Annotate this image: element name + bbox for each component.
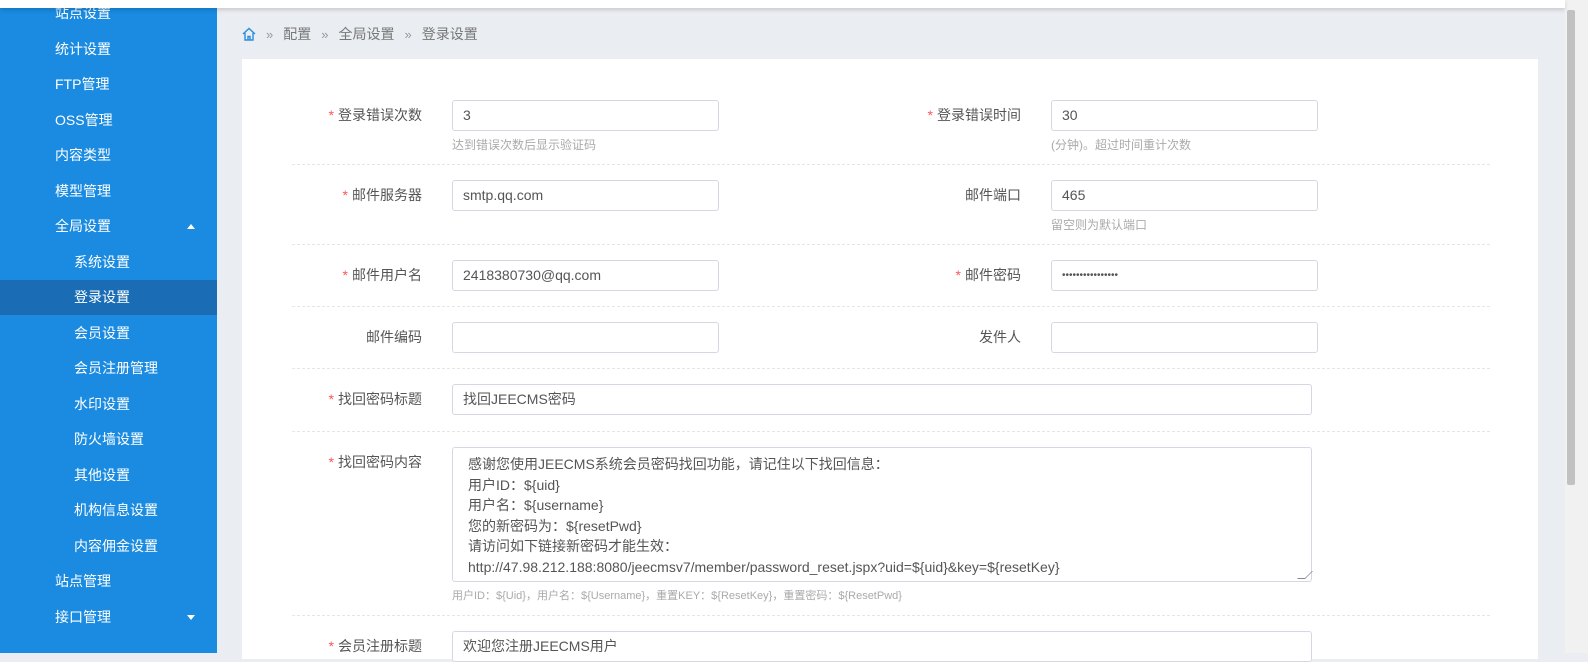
divider bbox=[292, 164, 1490, 165]
mail-port-input[interactable]: 465 bbox=[1051, 180, 1318, 211]
register-title-input[interactable]: 欢迎您注册JEECMS用户 bbox=[452, 631, 1312, 662]
home-icon[interactable] bbox=[242, 27, 256, 41]
sender-input[interactable] bbox=[1051, 322, 1318, 353]
divider bbox=[292, 368, 1490, 369]
mail-port-label: 邮件端口 bbox=[965, 187, 1021, 203]
sidebar-item-label: 全局设置 bbox=[55, 218, 111, 234]
settings-form: * 登录错误次数 3 达到错误次数后显示验证码 * 登录错误时间 30 (分钟)。超… bbox=[242, 59, 1538, 662]
login-error-count-hint: 达到错误次数后显示验证码 bbox=[452, 138, 597, 152]
sidebar-item-label: 内容类型 bbox=[55, 147, 111, 163]
sidebar-item[interactable]: 内容类型 bbox=[0, 138, 217, 173]
sidebar-item-label: 登录设置 bbox=[74, 289, 130, 305]
sidebar-item[interactable]: 接口管理 bbox=[0, 600, 217, 635]
sidebar-item-label: 防火墙设置 bbox=[74, 431, 144, 447]
login-error-time-input[interactable]: 30 bbox=[1051, 100, 1318, 131]
sidebar-item[interactable]: 站点管理 bbox=[0, 564, 217, 599]
sidebar-item-label: 水印设置 bbox=[74, 395, 130, 412]
sidebar-item-label: 会员设置 bbox=[74, 324, 130, 341]
sidebar-item-label: 会员注册管理 bbox=[74, 360, 158, 376]
sidebar-item[interactable]: 其他设置 bbox=[0, 458, 217, 493]
breadcrumb-item[interactable]: 配置 bbox=[283, 24, 311, 44]
mail-server-input[interactable]: smtp.qq.com bbox=[452, 180, 719, 211]
separator-icon: » bbox=[404, 26, 412, 42]
sidebar-item-label: OSS管理 bbox=[55, 111, 113, 128]
reset-content-text: 感谢您使用JEECMS系统会员密码找回功能，请记住以下找回信息： 用户ID：${… bbox=[468, 456, 1060, 575]
separator-icon: » bbox=[266, 26, 274, 42]
sidebar-item[interactable]: 系统设置 bbox=[0, 245, 217, 280]
mail-password-label: * 邮件密码 bbox=[955, 267, 1021, 283]
sidebar-item[interactable]: 机构信息设置 bbox=[0, 493, 217, 528]
divider bbox=[292, 431, 1490, 432]
top-bar bbox=[0, 0, 1565, 8]
breadcrumb-item: 登录设置 bbox=[421, 26, 478, 42]
mail-user-label: * 邮件用户名 bbox=[342, 267, 422, 283]
sidebar-item-label: 站点管理 bbox=[55, 573, 111, 589]
sidebar-item-label: 统计设置 bbox=[55, 40, 111, 57]
sidebar-item-label: 其他设置 bbox=[74, 466, 130, 483]
login-error-time-hint: (分钟)。超过时间重计次数 bbox=[1051, 138, 1191, 152]
reset-content-textarea[interactable]: 感谢您使用JEECMS系统会员密码找回功能，请记住以下找回信息： 用户ID：${… bbox=[452, 447, 1313, 582]
breadcrumb-item[interactable]: 全局设置 bbox=[338, 24, 394, 44]
divider bbox=[292, 306, 1490, 307]
mail-port-hint: 留空则为默认端口 bbox=[1051, 218, 1148, 232]
mail-encoding-input[interactable] bbox=[452, 322, 719, 353]
sidebar-item[interactable]: 水印设置 bbox=[0, 387, 217, 422]
mail-encoding-label: 邮件编码 bbox=[366, 329, 422, 345]
sidebar-item[interactable]: 会员注册管理 bbox=[0, 351, 217, 386]
resize-handle-icon[interactable] bbox=[1297, 571, 1313, 579]
reset-title-input[interactable]: 找回JEECMS密码 bbox=[452, 384, 1312, 415]
sidebar-item[interactable]: 全局设置 bbox=[0, 209, 217, 244]
register-title-label: * 会员注册标题 bbox=[328, 638, 422, 654]
breadcrumb: » 配置 » 全局设置 » 登录设置 bbox=[242, 24, 478, 44]
sidebar-item-label: 系统设置 bbox=[74, 253, 130, 270]
sidebar: 站点设置 统计设置 FTP管理 OSS管理 内容类型 模型管理 全局设置 系统设置 登录设置 会员… bbox=[0, 0, 217, 653]
login-error-count-label: * 登录错误次数 bbox=[328, 107, 422, 123]
login-error-time-label: * 登录错误时间 bbox=[927, 107, 1021, 123]
sidebar-item[interactable]: 统计设置 bbox=[0, 32, 217, 67]
sidebar-item-label: 模型管理 bbox=[55, 182, 111, 199]
reset-content-hint: 用户ID：${Uid}，用户名：${Username}，重置KEY：${Rese… bbox=[452, 590, 902, 602]
divider bbox=[292, 615, 1490, 616]
sidebar-item[interactable]: 内容佣金设置 bbox=[0, 529, 217, 564]
mail-user-input[interactable]: 2418380730@qq.com bbox=[452, 260, 719, 291]
sender-label: 发件人 bbox=[979, 329, 1021, 345]
login-error-count-input[interactable]: 3 bbox=[452, 100, 719, 131]
reset-title-label: * 找回密码标题 bbox=[328, 391, 422, 407]
caret-down-icon bbox=[187, 614, 195, 620]
sidebar-item[interactable]: 模型管理 bbox=[0, 174, 217, 209]
divider bbox=[292, 244, 1490, 245]
scrollbar-thumb[interactable] bbox=[1567, 10, 1575, 485]
sidebar-item[interactable]: 会员设置 bbox=[0, 316, 217, 351]
sidebar-item[interactable]: FTP管理 bbox=[0, 67, 217, 102]
scrollbar[interactable] bbox=[1565, 0, 1588, 653]
sidebar-item-label: 机构信息设置 bbox=[74, 502, 158, 518]
separator-icon: » bbox=[321, 26, 329, 42]
sidebar-item-label: 接口管理 bbox=[55, 608, 111, 625]
sidebar-item-label: FTP管理 bbox=[55, 76, 110, 92]
mail-server-label: * 邮件服务器 bbox=[342, 187, 422, 203]
caret-up-icon bbox=[187, 224, 195, 229]
mail-password-input[interactable]: •••••••••••••••• bbox=[1051, 260, 1318, 291]
sidebar-item-label: 内容佣金设置 bbox=[74, 537, 158, 554]
sidebar-item[interactable]: 防火墙设置 bbox=[0, 422, 217, 457]
reset-content-label: * 找回密码内容 bbox=[328, 454, 422, 470]
sidebar-item[interactable]: OSS管理 bbox=[0, 103, 217, 138]
sidebar-item[interactable]: 登录设置 bbox=[0, 280, 217, 315]
